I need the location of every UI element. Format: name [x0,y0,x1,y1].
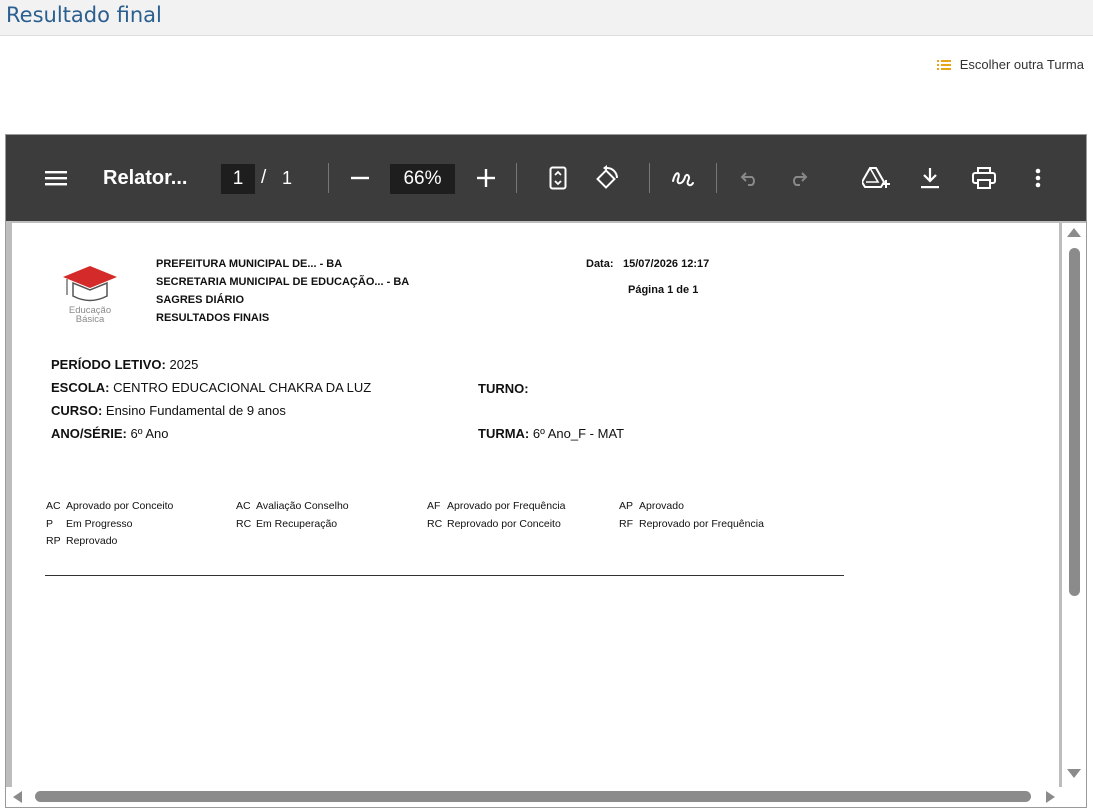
rotate-icon[interactable] [593,135,621,221]
page-separator: / [261,167,267,188]
legend-item: P Em Progresso [46,518,133,530]
header-line: SECRETARIA MUNICIPAL DE EDUCAÇÃO... - BA [156,276,410,288]
annotate-icon[interactable] [670,135,696,221]
zoom-in-button[interactable] [475,135,497,221]
legend-item: RP Reprovado [46,535,118,547]
date-value: 15/07/2026 12:17 [623,258,710,270]
page-total: 1 [282,167,293,188]
svg-text:Básica: Básica [76,314,105,323]
legend-item: RC Em Recuperação [236,518,338,530]
undo-icon[interactable] [739,135,761,221]
toolbar-divider [328,163,329,193]
pdf-toolbar: Relator... 1 / 1 66% [6,135,1086,221]
date-label: Data: [586,258,614,270]
legend-item: AC Avaliação Conselho [236,500,349,512]
document-title: Relator... [103,166,188,189]
vertical-scroll-thumb[interactable] [1069,248,1080,596]
turma-field: TURMA: 6º Ano_F - MAT [478,426,625,441]
legend-item: AP Aprovado [619,500,684,512]
section-divider [45,575,844,576]
pdf-page: Educação Básica PREFEITURA MUNICIPAL DE.… [12,223,1059,789]
choose-class-button[interactable]: Escolher outra Turma [936,57,1084,72]
turno-field: TURNO: [478,381,529,396]
curso-field: CURSO: Ensino Fundamental de 9 anos [51,403,286,418]
horizontal-scrollbar[interactable] [6,787,1086,807]
education-logo: Educação Básica [55,253,125,325]
horizontal-scroll-thumb[interactable] [35,791,1031,802]
vertical-scrollbar[interactable] [1062,223,1086,789]
print-icon[interactable] [971,135,997,221]
zoom-input[interactable]: 66% [390,164,455,194]
fit-page-icon[interactable] [547,135,569,221]
page-info: Página 1 de 1 [628,284,699,296]
scroll-right-icon[interactable] [1045,790,1057,804]
page-title: Resultado final [6,3,162,27]
escola-field: ESCOLA: CENTRO EDUCACIONAL CHAKRA DA LUZ [51,380,372,395]
scroll-up-icon[interactable] [1066,226,1082,238]
toolbar-divider [516,163,517,193]
toolbar-divider [716,163,717,193]
list-icon [936,59,951,70]
choose-class-label: Escolher outra Turma [959,57,1084,72]
drive-add-icon[interactable] [862,135,890,221]
header-line: RESULTADOS FINAIS [156,312,270,324]
legend-item: RC Reprovado por Conceito [427,518,561,530]
legend-item: RF Reprovado por Frequência [619,518,764,530]
ano-serie-field: ANO/SÉRIE: 6º Ano [51,426,169,441]
download-icon[interactable] [918,135,942,221]
scroll-left-icon[interactable] [11,790,23,804]
more-options-icon[interactable] [1032,135,1044,221]
zoom-out-button[interactable] [349,135,371,221]
header-line: SAGRES DIÁRIO [156,294,245,306]
legend-item: AC Aprovado por Conceito [46,500,174,512]
legend-item: AF Aprovado por Frequência [427,500,566,512]
header-line: PREFEITURA MUNICIPAL DE... - BA [156,258,343,270]
toolbar-divider [649,163,650,193]
pdf-viewer: Relator... 1 / 1 66% Educação Básica PRE… [5,134,1087,808]
periodo-field: PERÍODO LETIVO: 2025 [51,357,199,372]
page-header: Resultado final [0,0,1093,36]
page-number-input[interactable]: 1 [221,164,255,194]
redo-icon[interactable] [787,135,809,221]
menu-icon[interactable] [43,135,69,221]
scroll-down-icon[interactable] [1066,768,1082,780]
